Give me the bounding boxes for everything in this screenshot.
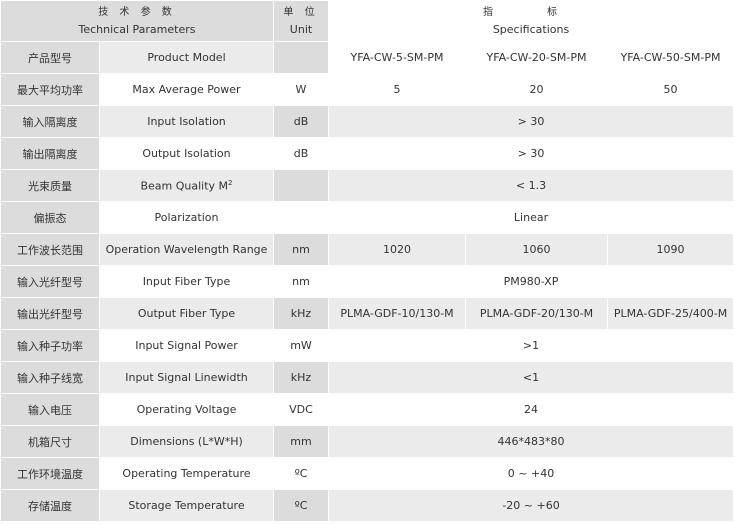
param-name-en: Operating Voltage [99,393,274,426]
value-cell: 24 [327,393,735,426]
table-row: 输入隔离度 Input Isolation dB > 30 [0,105,735,138]
unit-cell: nm [273,233,329,266]
header-row: 技 术 参 数 Technical Parameters 单 位 Unit 指 … [0,0,735,42]
unit-cell: VDC [273,393,329,426]
param-name-en: Dimensions (L*W*H) [99,425,274,458]
table-row: 输入种子功率 Input Signal Power mW >1 [0,329,735,362]
unit-cell: dB [273,137,329,170]
param-name-en: Output Isolation [99,137,274,170]
param-name-en: Max Average Power [99,73,274,106]
table-row: 工作环境温度 Operating Temperature ºC 0 ~ +40 [0,457,735,490]
unit-cell: dB [273,105,329,138]
param-name-zh: 输出光纤型号 [0,297,100,330]
unit-cell: ºC [273,489,329,522]
table-row: 偏振态 Polarization Linear [0,201,735,234]
value-cell: YFA-CW-20-SM-PM [465,41,608,74]
table-row: 输入光纤型号 Input Fiber Type nm PM980-XP [0,265,735,298]
param-name-zh: 输入电压 [0,393,100,426]
param-name-en: Product Model [99,41,274,74]
value-cell: YFA-CW-50-SM-PM [606,41,735,74]
unit-cell [273,41,329,74]
value-cell: <1 [327,361,735,394]
table-row: 输出光纤型号 Output Fiber Type kHz PLMA-GDF-10… [0,297,735,330]
param-name-zh: 工作波长范围 [0,233,100,266]
value-cell: > 30 [327,105,735,138]
unit-header: 单 位 Unit [273,0,329,42]
param-name-zh: 输入隔离度 [0,105,100,138]
param-name-zh: 光束质量 [0,169,100,202]
param-name-zh: 机箱尺寸 [0,425,100,458]
unit-header-zh: 单 位 [283,7,319,18]
table-row: 输入种子线宽 Input Signal Linewidth kHz <1 [0,361,735,394]
table-row: 机箱尺寸 Dimensions (L*W*H) mm 446*483*80 [0,425,735,458]
value-cell: PM980-XP [327,265,735,298]
value-cell: Linear [327,201,735,234]
unit-cell: nm [273,265,329,298]
param-name-zh: 存储温度 [0,489,100,522]
value-cell: PLMA-GDF-25/400-M [606,297,735,330]
value-cell: < 1.3 [327,169,735,202]
param-name-en: Input Isolation [99,105,274,138]
param-name-zh: 输入光纤型号 [0,265,100,298]
unit-header-en: Unit [289,23,313,36]
table-row: 存储温度 Storage Temperature ºC -20 ~ +60 [0,489,735,522]
param-name-zh: 输入种子线宽 [0,361,100,394]
value-cell: 50 [606,73,735,106]
value-cell: 1020 [328,233,466,266]
value-cell: 0 ~ +40 [327,457,735,490]
param-name-en: Operating Temperature [99,457,274,490]
table-row: 最大平均功率 Max Average Power W 5 20 50 [0,73,735,106]
value-cell: -20 ~ +60 [327,489,735,522]
spec-header: 指 标 Specifications [327,0,735,42]
param-name-zh: 偏振态 [0,201,100,234]
param-name-en: Beam Quality M2 [99,169,274,202]
param-name-zh: 最大平均功率 [0,73,100,106]
spec-header-en: Specifications [492,23,570,36]
unit-cell: mW [273,329,329,362]
table-row: 工作波长范围 Operation Wavelength Range nm 102… [0,233,735,266]
unit-cell [273,201,329,234]
value-cell: YFA-CW-5-SM-PM [328,41,466,74]
param-name-en: Input Signal Linewidth [99,361,274,394]
unit-cell: W [273,73,329,106]
param-name-zh: 产品型号 [0,41,100,74]
superscript: 2 [228,178,233,187]
param-name-zh: 输入种子功率 [0,329,100,362]
unit-cell [273,169,329,202]
unit-cell: ºC [273,457,329,490]
value-cell: PLMA-GDF-10/130-M [328,297,466,330]
value-cell: > 30 [327,137,735,170]
spec-header-zh: 指 标 [483,7,579,18]
param-header-zh: 技 术 参 数 [98,7,176,18]
table-row: 输出隔离度 Output Isolation dB > 30 [0,137,735,170]
table-row: 输入电压 Operating Voltage VDC 24 [0,393,735,426]
unit-cell: kHz [273,297,329,330]
value-cell: PLMA-GDF-20/130-M [465,297,608,330]
param-name-en: Polarization [99,201,274,234]
param-name-en: Input Fiber Type [99,265,274,298]
table-row: 产品型号 Product Model YFA-CW-5-SM-PM YFA-CW… [0,41,735,74]
unit-cell: kHz [273,361,329,394]
value-cell: 1060 [465,233,608,266]
param-name-en-text: Beam Quality M [140,179,229,193]
value-cell: 5 [328,73,466,106]
param-name-zh: 工作环境温度 [0,457,100,490]
value-cell: 20 [465,73,608,106]
value-cell: 1090 [606,233,735,266]
param-name-en: Storage Temperature [99,489,274,522]
spec-table: 技 术 参 数 Technical Parameters 单 位 Unit 指 … [0,0,735,522]
param-name-en: Output Fiber Type [99,297,274,330]
param-header: 技 术 参 数 Technical Parameters [0,0,274,42]
value-cell: 446*483*80 [327,425,735,458]
param-name-zh: 输出隔离度 [0,137,100,170]
param-header-en: Technical Parameters [78,23,196,36]
param-name-en: Operation Wavelength Range [99,233,274,266]
value-cell: >1 [327,329,735,362]
param-name-en: Input Signal Power [99,329,274,362]
table-row: 光束质量 Beam Quality M2 < 1.3 [0,169,735,202]
unit-cell: mm [273,425,329,458]
